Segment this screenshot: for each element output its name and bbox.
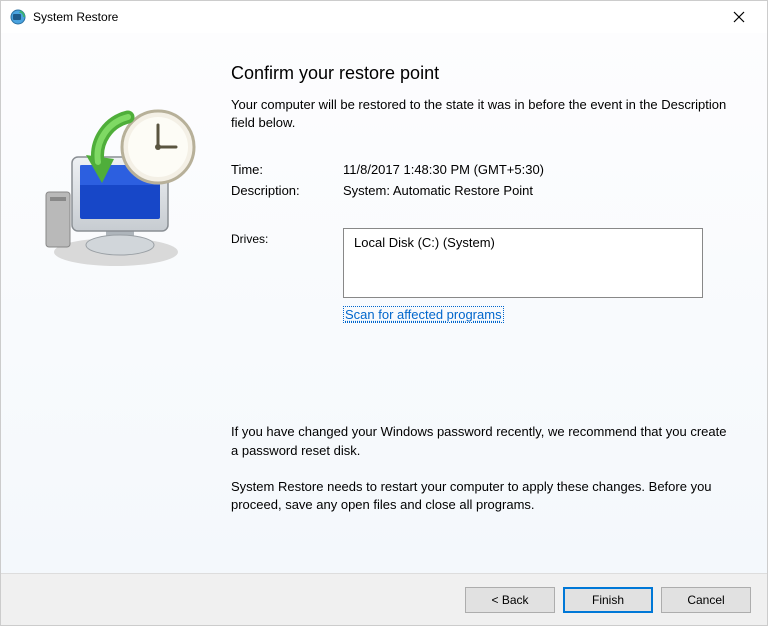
system-restore-icon: [9, 8, 27, 26]
titlebar: System Restore: [1, 1, 767, 33]
cancel-button[interactable]: Cancel: [661, 587, 751, 613]
finish-button[interactable]: Finish: [563, 587, 653, 613]
time-value: 11/8/2017 1:48:30 PM (GMT+5:30): [343, 162, 544, 177]
time-label: Time:: [231, 162, 343, 177]
drives-row: Drives: Local Disk (C:) (System): [231, 228, 737, 298]
restore-graphic-icon: [28, 97, 203, 272]
back-button[interactable]: < Back: [465, 587, 555, 613]
drives-list: Local Disk (C:) (System): [343, 228, 703, 298]
system-restore-dialog: System Restore: [0, 0, 768, 626]
scan-affected-programs-link[interactable]: Scan for affected programs: [343, 306, 504, 323]
restart-note: System Restore needs to restart your com…: [231, 478, 737, 514]
left-pane: [1, 33, 221, 573]
close-button[interactable]: [719, 3, 759, 31]
drives-label: Drives:: [231, 228, 343, 298]
page-subtext: Your computer will be restored to the st…: [231, 96, 737, 132]
page-heading: Confirm your restore point: [231, 63, 737, 84]
right-pane: Confirm your restore point Your computer…: [221, 33, 767, 573]
title-text: System Restore: [33, 10, 719, 24]
description-label: Description:: [231, 183, 343, 198]
content-area: Confirm your restore point Your computer…: [1, 33, 767, 573]
close-icon: [733, 11, 745, 23]
description-row: Description: System: Automatic Restore P…: [231, 183, 737, 198]
button-bar: < Back Finish Cancel: [1, 573, 767, 625]
drive-item: Local Disk (C:) (System): [354, 235, 692, 250]
bottom-notes: If you have changed your Windows passwor…: [231, 423, 737, 514]
description-value: System: Automatic Restore Point: [343, 183, 533, 198]
password-note: If you have changed your Windows passwor…: [231, 423, 737, 459]
time-row: Time: 11/8/2017 1:48:30 PM (GMT+5:30): [231, 162, 737, 177]
